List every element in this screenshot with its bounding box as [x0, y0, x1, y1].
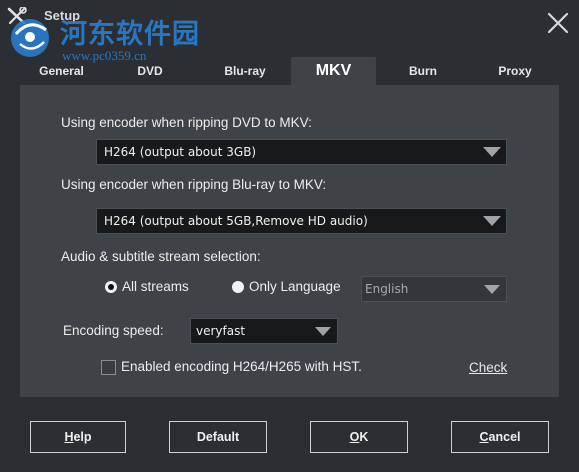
cancel-button-mnemonic: C	[479, 430, 489, 444]
check-link[interactable]: Check	[469, 360, 507, 375]
cancel-button-label: ancel	[488, 430, 521, 444]
close-icon[interactable]	[544, 9, 572, 37]
dvd-encoder-dropdown[interactable]: H264 (output about 3GB)	[96, 139, 507, 165]
help-button[interactable]: Help	[30, 421, 126, 453]
language-value: English	[365, 282, 409, 296]
tab-burn[interactable]: Burn	[386, 57, 460, 85]
ok-button-label: K	[359, 430, 369, 444]
encoding-speed-value: veryfast	[196, 324, 246, 338]
hst-label[interactable]: Enabled encoding H264/H265 with HST.	[121, 359, 362, 374]
hst-checkbox[interactable]	[101, 360, 116, 375]
cancel-button[interactable]: Cancel	[451, 421, 549, 453]
chevron-down-icon	[309, 319, 337, 343]
tab-label: General	[39, 64, 84, 78]
ok-button-mnemonic: O	[349, 430, 360, 444]
chevron-down-icon	[478, 209, 506, 233]
stream-selection-label: Audio & subtitle stream selection:	[61, 249, 261, 264]
title-bar: Setup 河东软件园 www.pc0359.cn	[0, 0, 579, 63]
chevron-down-icon	[478, 140, 506, 164]
tab-proxy[interactable]: Proxy	[475, 57, 555, 85]
encoding-speed-dropdown[interactable]: veryfast	[190, 318, 338, 344]
watermark-logo-icon	[11, 19, 49, 57]
watermark-text: 河东软件园	[60, 19, 200, 50]
help-button-mnemonic: H	[64, 430, 74, 444]
only-language-label[interactable]: Only Language	[249, 279, 341, 294]
dvd-encoder-label: Using encoder when ripping DVD to MKV:	[61, 115, 312, 130]
tab-dvd[interactable]: DVD	[115, 57, 185, 85]
dvd-encoder-value: H264 (output about 3GB)	[104, 145, 257, 159]
encoding-speed-label: Encoding speed:	[63, 323, 164, 338]
help-button-label: elp	[73, 430, 92, 444]
tab-label: Blu-ray	[224, 64, 266, 78]
bluray-encoder-value: H264 (output about 5GB,Remove HD audio)	[104, 214, 368, 228]
mkv-settings-panel	[20, 85, 559, 397]
default-button[interactable]: Default	[169, 421, 267, 453]
all-streams-radio[interactable]	[105, 281, 117, 293]
bluray-encoder-dropdown[interactable]: H264 (output about 5GB,Remove HD audio)	[96, 208, 507, 234]
ok-button[interactable]: OK	[310, 421, 408, 453]
tab-mkv[interactable]: MKV	[291, 57, 376, 85]
all-streams-label[interactable]: All streams	[122, 279, 189, 294]
tab-label: DVD	[137, 64, 163, 78]
tab-bluray[interactable]: Blu-ray	[205, 57, 285, 85]
language-dropdown[interactable]: English	[361, 276, 507, 302]
tab-label: MKV	[315, 62, 352, 79]
tab-bar: General DVD Blu-ray MKV Burn Proxy	[20, 57, 559, 85]
tab-general[interactable]: General	[20, 57, 103, 85]
chevron-down-icon	[478, 277, 506, 301]
tab-label: Burn	[409, 64, 437, 78]
tab-label: Proxy	[498, 64, 532, 78]
only-language-radio[interactable]	[232, 281, 244, 293]
default-button-label: Default	[196, 430, 240, 444]
bluray-encoder-label: Using encoder when ripping Blu-ray to MK…	[61, 177, 327, 192]
